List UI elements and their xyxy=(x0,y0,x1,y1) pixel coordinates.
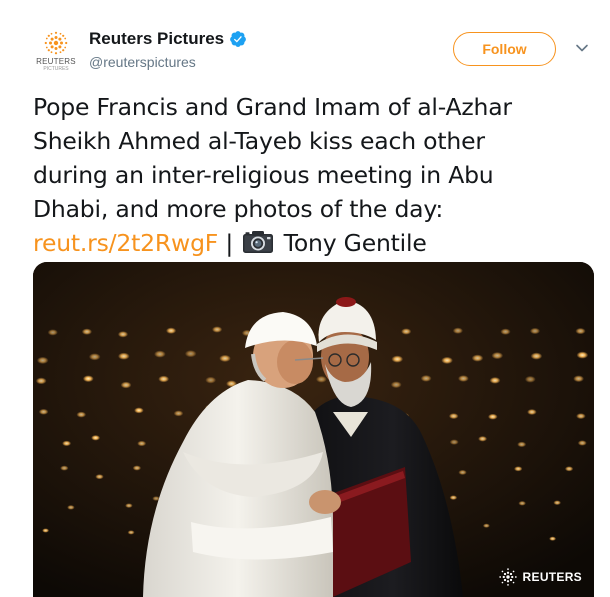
avatar-logo-subtext: PICTURES xyxy=(43,66,69,72)
name-row: Reuters Pictures xyxy=(89,29,247,49)
bokeh-light xyxy=(42,528,50,533)
avatar[interactable]: REUTERS PICTURES xyxy=(34,29,78,73)
tweet-text-line: Pope Francis and Grand Imam of al-Azhar xyxy=(33,93,512,121)
bokeh-light xyxy=(67,505,75,510)
tweet-card: REUTERS PICTURES Reuters Pictures @reute… xyxy=(0,0,610,597)
bokeh-light xyxy=(219,354,231,362)
follow-button[interactable]: Follow xyxy=(453,32,556,66)
tweet-link[interactable]: reut.rs/2t2RwgF xyxy=(33,229,218,257)
bokeh-light xyxy=(576,351,589,359)
bokeh-light xyxy=(553,500,561,506)
bokeh-light xyxy=(91,435,101,441)
bokeh-light xyxy=(449,439,459,445)
camera-icon xyxy=(243,231,274,253)
bokeh-light xyxy=(564,466,574,472)
tweet-text-line: during an inter-religious meeting in Abu xyxy=(33,161,494,189)
tweet-text-line: Sheikh Ahmed al-Tayeb kiss each other xyxy=(33,127,485,155)
bokeh-light xyxy=(489,377,501,384)
bokeh-light xyxy=(514,466,523,472)
tweet-text-line: reut.rs/2t2RwgF | Tony Gentile xyxy=(33,226,593,260)
reuters-logo-icon xyxy=(44,31,68,55)
bokeh-light xyxy=(577,440,587,446)
bokeh-light xyxy=(82,375,94,383)
photo-watermark: REUTERS xyxy=(498,567,582,587)
bokeh-light xyxy=(471,354,484,362)
bokeh-light xyxy=(449,495,458,500)
bokeh-light xyxy=(527,409,537,415)
bokeh-light xyxy=(81,328,92,335)
bokeh-light xyxy=(35,377,47,385)
bokeh-light xyxy=(62,440,72,447)
bokeh-light xyxy=(441,356,453,364)
bokeh-light xyxy=(482,523,490,528)
bokeh-light xyxy=(518,500,526,506)
bokeh-light xyxy=(549,536,557,541)
tweet-text-line: Dhabi, and more photos of the day: xyxy=(33,195,444,223)
bokeh-light xyxy=(575,327,586,335)
watermark-text: REUTERS xyxy=(522,570,582,584)
tweet-photo[interactable]: REUTERS xyxy=(33,262,594,597)
bokeh-light xyxy=(38,408,49,415)
bokeh-light xyxy=(517,441,527,448)
bokeh-light xyxy=(132,465,142,471)
bokeh-light xyxy=(154,350,166,358)
bokeh-light xyxy=(420,375,432,382)
bokeh-light xyxy=(125,503,133,508)
account-handle[interactable]: @reuterspictures xyxy=(89,54,196,70)
bokeh-light xyxy=(488,413,498,420)
bokeh-light xyxy=(573,375,584,383)
tweet-text: Pope Francis and Grand Imam of al-Azhar … xyxy=(33,90,593,260)
bokeh-light xyxy=(576,413,586,420)
bokeh-light xyxy=(448,413,459,420)
bokeh-light xyxy=(173,410,184,417)
bokeh-light xyxy=(529,327,541,335)
display-name[interactable]: Reuters Pictures xyxy=(89,29,224,49)
bokeh-light xyxy=(491,352,504,360)
bokeh-light xyxy=(47,329,58,336)
bokeh-light xyxy=(88,353,101,361)
bokeh-light xyxy=(60,465,69,471)
bokeh-light xyxy=(212,326,223,333)
bokeh-light xyxy=(36,356,49,364)
bokeh-light xyxy=(118,352,130,360)
bokeh-light xyxy=(76,411,87,418)
avatar-logo-text: REUTERS xyxy=(36,57,76,66)
chevron-down-icon[interactable] xyxy=(575,41,589,55)
bokeh-light xyxy=(95,474,104,480)
bokeh-light xyxy=(390,381,402,389)
bokeh-light xyxy=(184,350,197,358)
reuters-logo-icon xyxy=(498,568,517,586)
photo-scene xyxy=(33,262,594,597)
bokeh-light xyxy=(158,375,170,383)
bokeh-light xyxy=(117,331,129,338)
bokeh-light xyxy=(134,407,144,414)
bokeh-light xyxy=(391,355,404,363)
bokeh-light xyxy=(458,375,469,382)
bokeh-light xyxy=(205,376,217,384)
bokeh-light xyxy=(530,352,543,360)
photo-credit: Tony Gentile xyxy=(283,229,427,257)
bokeh-light xyxy=(316,375,327,383)
bokeh-light xyxy=(137,440,147,447)
bokeh-light xyxy=(524,375,536,383)
bokeh-light xyxy=(127,530,135,535)
bokeh-light xyxy=(458,469,467,475)
bokeh-light xyxy=(500,328,511,335)
bokeh-light xyxy=(166,327,177,334)
bokeh-light xyxy=(452,327,463,334)
bokeh-light xyxy=(120,381,132,389)
bokeh-light xyxy=(401,328,412,335)
bokeh-light xyxy=(478,436,488,442)
separator: | xyxy=(225,229,234,257)
verified-badge-icon xyxy=(230,31,246,47)
